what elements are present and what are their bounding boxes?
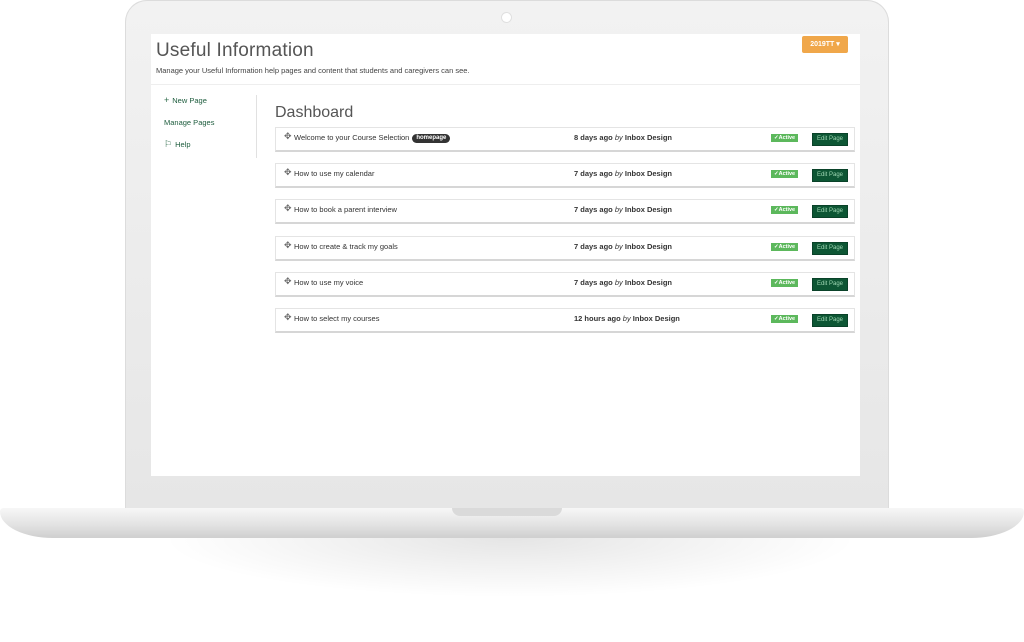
status-badge: ✓Active	[771, 278, 799, 287]
row-title-text: How to use my calendar	[294, 169, 375, 179]
status-text: Active	[778, 315, 796, 322]
row-author: Inbox Design	[632, 313, 680, 323]
row-time: 7 days ago	[574, 241, 613, 251]
row-by: by	[614, 205, 623, 215]
drag-handle-icon[interactable]: ✥	[284, 167, 292, 178]
edit-page-button[interactable]: Edit Page	[812, 277, 849, 291]
edit-page-button[interactable]: Edit Page	[812, 241, 849, 255]
edit-page-button[interactable]: Edit Page	[812, 205, 849, 219]
row-meta: 7 days ago by Inbox Design	[574, 205, 672, 214]
status-badge: ✓Active	[771, 242, 799, 251]
row-time: 7 days ago	[574, 277, 613, 287]
row-author: Inbox Design	[624, 133, 672, 142]
page-row[interactable]: ✥ How to use my voice 7 days ago by Inbo…	[275, 271, 855, 297]
page-row[interactable]: ✥ How to use my calendar 7 days ago by I…	[275, 163, 855, 189]
status-text: Active	[778, 171, 796, 178]
page-subtitle: Manage your Useful Information help page…	[156, 66, 470, 75]
row-by: by	[614, 133, 623, 142]
row-meta: 7 days ago by Inbox Design	[574, 242, 672, 251]
sidebar-item-label: Manage Pages	[164, 117, 215, 127]
row-author: Inbox Design	[624, 205, 672, 215]
status-text: Active	[778, 243, 796, 250]
laptop-shadow	[160, 538, 860, 598]
term-select-button[interactable]: 2019TT ▾	[802, 36, 848, 53]
sidebar-item-label: New Page	[172, 95, 207, 105]
status-text: Active	[778, 135, 796, 141]
drag-handle-icon[interactable]: ✥	[284, 312, 292, 323]
sidebar-item-new-page[interactable]: + New Page	[164, 94, 256, 106]
drag-handle-icon[interactable]: ✥	[284, 203, 292, 214]
screen: Useful Information Manage your Useful In…	[151, 34, 860, 476]
plus-icon: +	[164, 95, 170, 105]
row-author: Inbox Design	[624, 241, 672, 251]
page-row[interactable]: ✥ How to select my courses 12 hours ago …	[275, 307, 855, 333]
drag-handle-icon[interactable]: ✥	[284, 276, 292, 287]
drag-handle-icon[interactable]: ✥	[284, 131, 292, 142]
sidebar-item-help[interactable]: ⚐ Help	[164, 138, 256, 150]
sidebar-item-manage-pages[interactable]: Manage Pages	[164, 116, 256, 128]
flag-icon: ⚐	[164, 138, 173, 149]
row-title-text: How to use my voice	[294, 277, 364, 287]
page-title: Useful Information	[156, 40, 314, 61]
row-title[interactable]: How to select my courses	[294, 314, 379, 323]
row-time: 7 days ago	[574, 205, 613, 215]
row-title-text: How to select my courses	[294, 313, 380, 323]
status-text: Active	[778, 207, 796, 214]
edit-page-button[interactable]: Edit Page	[812, 313, 849, 327]
row-meta: 12 hours ago by Inbox Design	[574, 314, 680, 323]
laptop-notch	[452, 508, 562, 516]
dashboard-title: Dashboard	[275, 104, 354, 121]
row-title[interactable]: How to use my voice	[294, 278, 363, 287]
row-by: by	[614, 241, 623, 251]
page-row[interactable]: ✥ How to create & track my goals 7 days …	[275, 235, 855, 261]
row-author: Inbox Design	[624, 169, 672, 179]
row-meta: 8 days ago by Inbox Design	[574, 133, 672, 142]
row-time: 7 days ago	[574, 169, 613, 179]
row-meta: 7 days ago by Inbox Design	[574, 169, 672, 178]
sidebar-item-label: Help	[175, 139, 191, 149]
page-list: ✥ Welcome to your Course Selection homepa…	[275, 127, 855, 344]
page-row[interactable]: ✥ Welcome to your Course Selection homepa…	[275, 127, 855, 152]
row-title[interactable]: How to book a parent interview	[294, 205, 397, 214]
sidebar: + New Page Manage Pages ⚐ Help	[164, 94, 256, 160]
homepage-badge: homepage	[412, 134, 451, 143]
status-badge: ✓Active	[771, 314, 799, 323]
row-title-text: How to create & track my goals	[294, 241, 398, 251]
header-divider	[151, 84, 860, 85]
row-by: by	[622, 313, 631, 323]
row-time: 8 days ago	[574, 133, 613, 142]
sidebar-divider	[256, 95, 257, 158]
edit-page-button[interactable]: Edit Page	[812, 133, 849, 146]
drag-handle-icon[interactable]: ✥	[284, 240, 292, 251]
row-title[interactable]: How to create & track my goals	[294, 242, 398, 251]
row-meta: 7 days ago by Inbox Design	[574, 278, 672, 287]
edit-page-button[interactable]: Edit Page	[812, 169, 849, 183]
row-title-text: How to book a parent interview	[294, 205, 397, 215]
row-title[interactable]: Welcome to your Course Selection homepage	[294, 133, 451, 143]
row-by: by	[614, 169, 623, 179]
status-text: Active	[778, 279, 796, 286]
status-badge: ✓Active	[771, 170, 799, 179]
row-author: Inbox Design	[624, 277, 672, 287]
row-title[interactable]: How to use my calendar	[294, 169, 374, 178]
row-by: by	[614, 277, 623, 287]
row-time: 12 hours ago	[574, 313, 621, 323]
camera	[502, 13, 511, 22]
status-badge: ✓Active	[771, 134, 799, 142]
page-row[interactable]: ✥ How to book a parent interview 7 days …	[275, 199, 855, 225]
status-badge: ✓Active	[771, 206, 799, 215]
row-title-text: Welcome to your Course Selection	[294, 133, 410, 142]
